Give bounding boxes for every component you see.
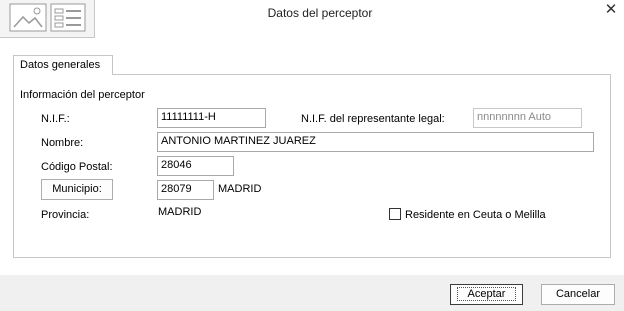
dialog-title: Datos del perceptor [267,6,373,20]
tab-datos-generales[interactable]: Datos generales [13,55,113,75]
municipio-code-field[interactable]: 28079 [157,180,214,200]
municipio-name: MADRID [218,183,262,195]
codigo-postal-label: Código Postal: [41,161,113,173]
dialog-header-icon [0,0,95,38]
nombre-field[interactable]: ANTONIO MARTINEZ JUAREZ [157,132,594,152]
dialog-footer [0,275,624,311]
representante-nif-field[interactable]: nnnnnnnn Auto [473,108,582,128]
tab-label: Datos generales [20,59,101,71]
residente-label[interactable]: Residente en Ceuta o Melilla [405,209,546,221]
provincia-label: Provincia: [41,209,90,221]
nombre-label: Nombre: [41,137,84,149]
provincia-value: MADRID [158,206,202,218]
nif-label: N.I.F.: [41,113,70,125]
representante-nif-label: N.I.F. del representante legal: [301,113,445,125]
cancelar-button[interactable]: Cancelar [541,284,615,305]
form-card-icon [9,3,86,32]
close-icon[interactable]: ✕ [600,2,622,20]
codigo-postal-field[interactable]: 28046 [157,156,234,176]
nif-field[interactable]: 11111111-H [157,108,266,128]
residente-checkbox[interactable] [389,208,401,220]
aceptar-label: Aceptar [456,287,517,301]
municipio-button[interactable]: Municipio: [41,179,113,200]
section-title: Información del perceptor [20,89,145,101]
aceptar-button[interactable]: Aceptar [450,284,523,305]
